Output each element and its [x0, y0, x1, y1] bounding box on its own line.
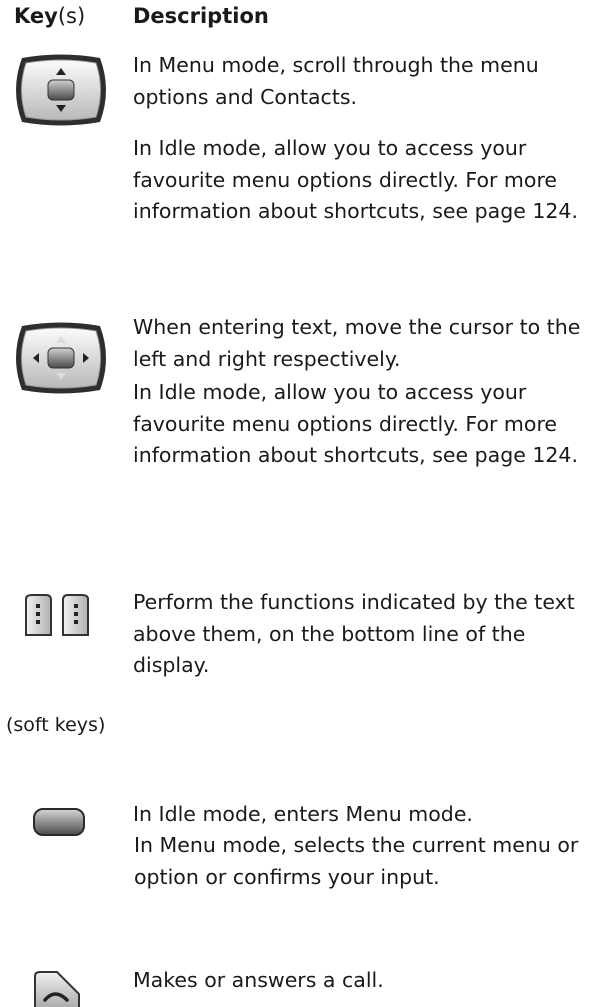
row-2-description-1: When entering text, move the cursor to t… [133, 315, 581, 371]
row-3-description-1: Perform the functions indicated by the t… [133, 590, 575, 677]
row-1-description-1: In Menu mode, scroll through the menu op… [133, 53, 539, 109]
row-2-description-2: In Idle mode, allow you to access your f… [133, 380, 578, 467]
row-4-description-1: In Idle mode, enters Menu mode. [133, 802, 473, 826]
soft-keys-icon [25, 594, 89, 636]
confirm-key-icon [33, 808, 85, 836]
description-column-header: Description [133, 4, 269, 28]
row-5-description-1: Makes or answers a call. [133, 968, 384, 992]
key-column-header: Key(s) [14, 4, 86, 28]
navigation-key-leftright-icon [16, 322, 106, 394]
row-1-description-2: In Idle mode, allow you to access your f… [133, 136, 578, 223]
soft-keys-caption: (soft keys) [6, 714, 106, 736]
dial-key-icon [34, 971, 80, 1007]
navigation-key-updown-icon [16, 54, 106, 126]
row-4-description-2: In Menu mode, selects the current menu o… [134, 833, 579, 889]
